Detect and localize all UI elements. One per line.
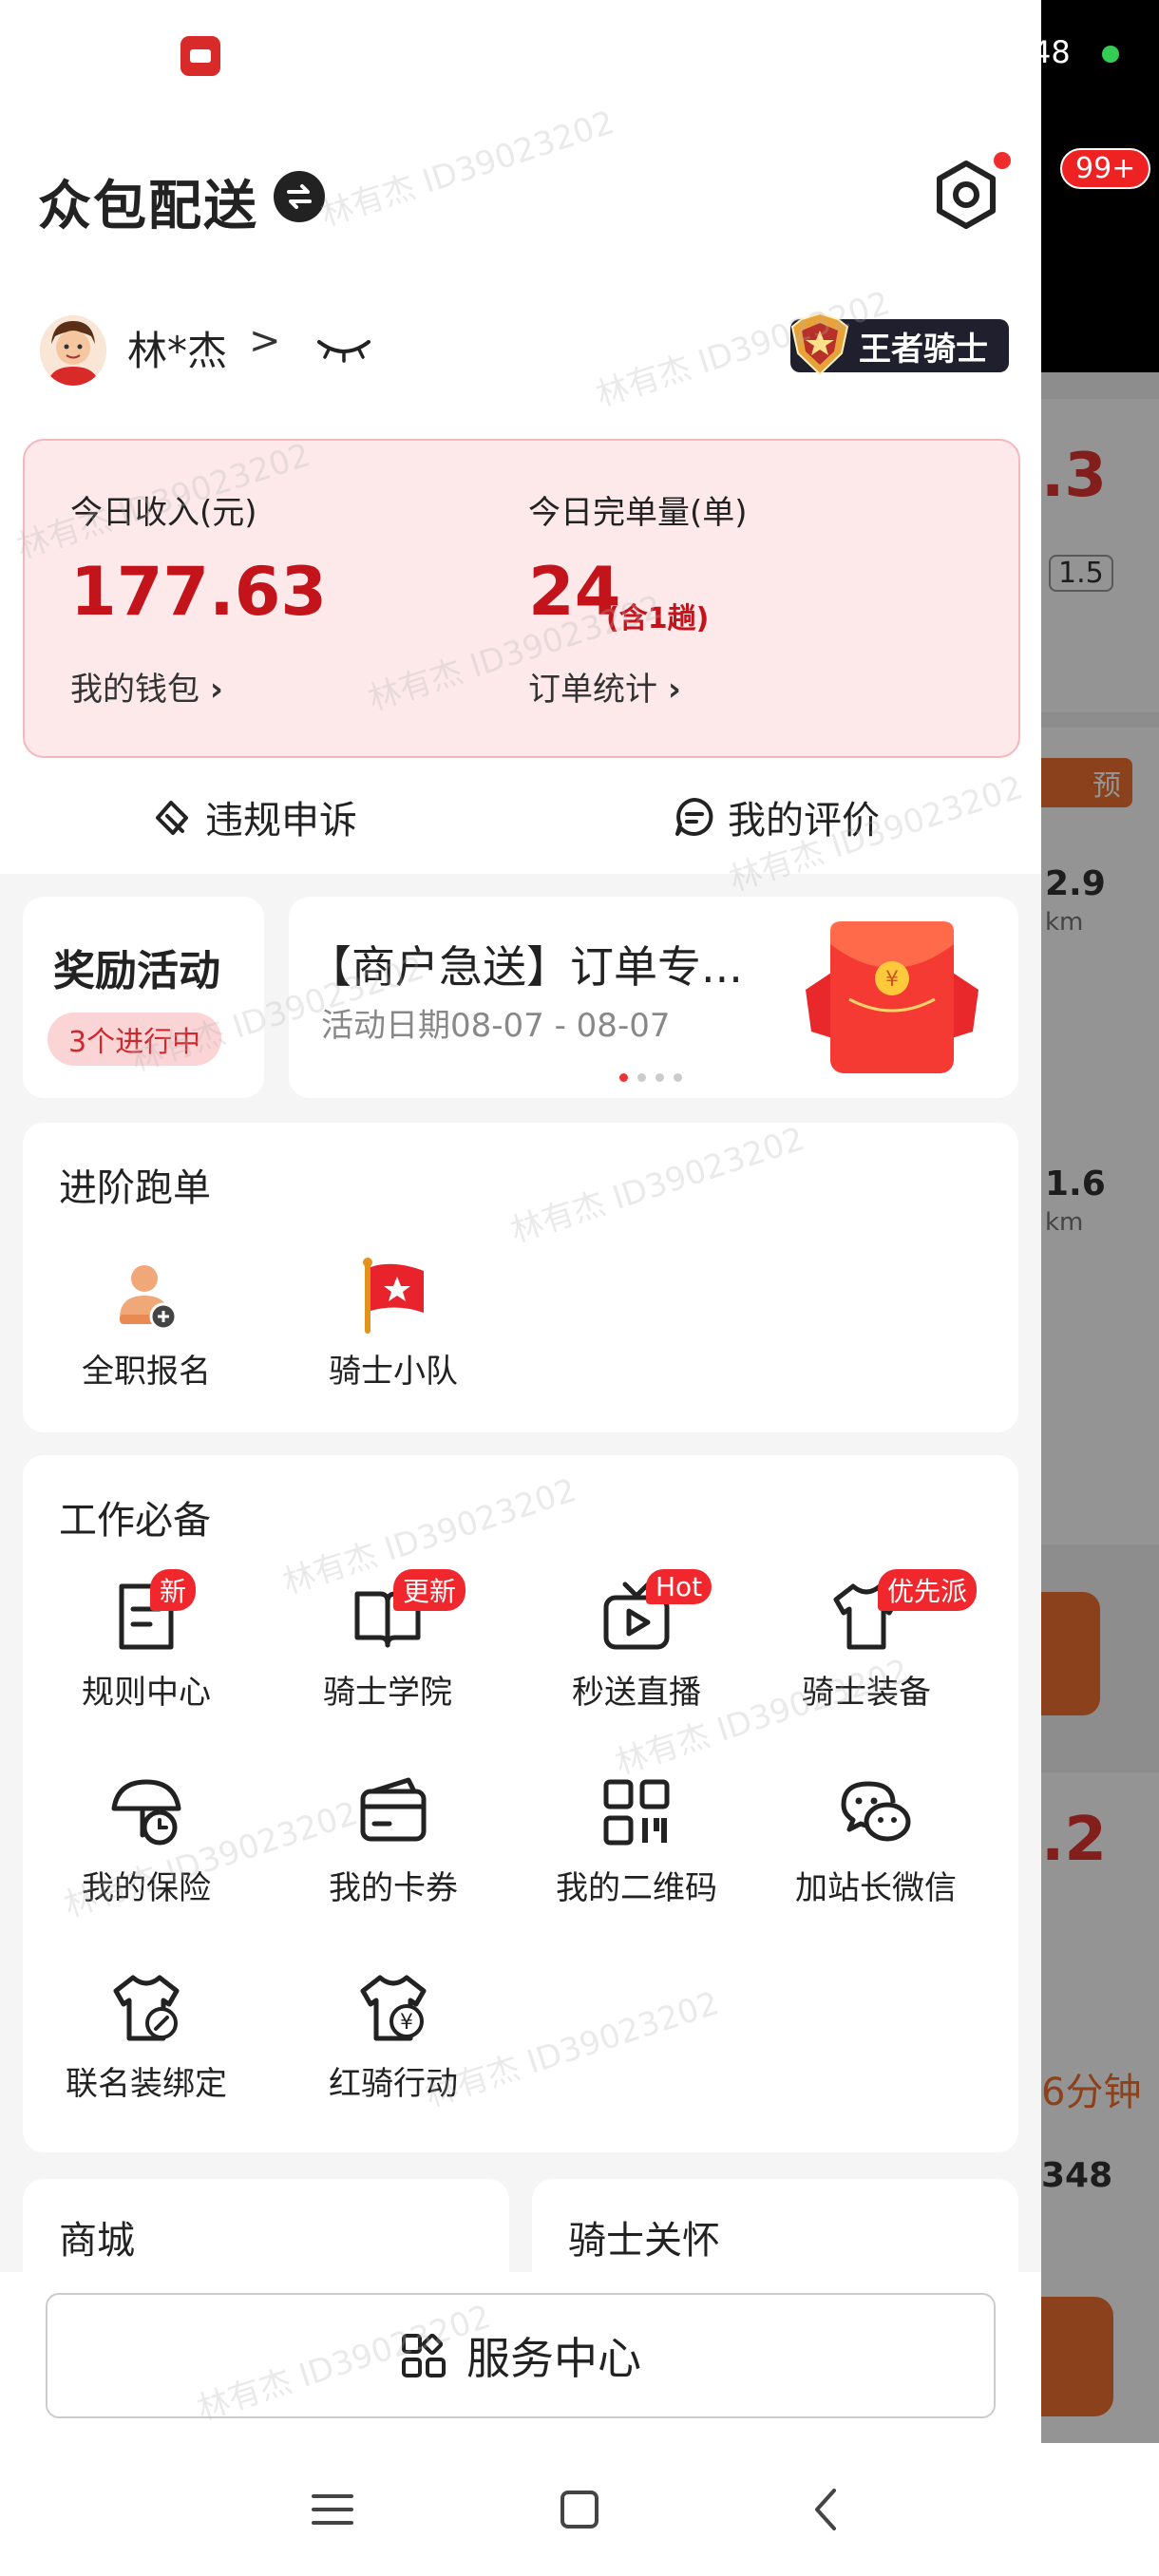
live-stream-label: 秒送直播 [572,1674,701,1712]
red-packet-icon: ¥ [806,921,978,1073]
background-bottom [1041,2443,1159,2576]
today-orders-sub: (含1趟) [606,602,710,635]
appeal-label: 违规申诉 [205,799,357,843]
cobrand-bind-item[interactable]: 联名装绑定 [61,1970,232,2104]
rider-care-title: 骑士关怀 [568,2219,720,2263]
wallet-link[interactable]: 我的钱包 › [70,663,223,710]
avatar[interactable] [40,315,106,386]
chevron-right-icon: › [209,671,223,709]
red-rider-label: 红骑行动 [329,2065,458,2103]
qrcode-label: 我的二维码 [556,1869,717,1907]
reviews-button[interactable]: 我的评价 [673,779,880,855]
rewards-badge: 3个进行中 [48,1013,222,1066]
rewards-title: 奖励活动 [53,947,220,995]
tag-update: 更新 [393,1569,466,1611]
red-rider-item[interactable]: ¥ 红骑行动 [308,1970,479,2104]
menu-icon[interactable] [304,2481,361,2538]
status-dot [1102,46,1119,63]
rider-team-label: 骑士小队 [329,1353,458,1391]
reviews-label: 我的评价 [728,799,880,843]
back-icon[interactable] [798,2481,855,2538]
mall-title: 商城 [59,2219,135,2263]
rider-gear-label: 骑士装备 [802,1674,931,1712]
rules-center-label: 规则中心 [82,1674,211,1712]
settings-notification-dot [994,152,1011,169]
promo-date: 活动日期08-07 - 08-07 [321,1007,671,1045]
today-income-label: 今日收入(元) [70,494,257,532]
grid-apps-icon [402,2333,446,2377]
qrcode-item[interactable]: 我的二维码 [551,1774,722,1908]
card-icon [360,1777,427,1842]
settings-icon[interactable] [931,160,1001,230]
coupons-label: 我的卡券 [329,1869,458,1907]
fulltime-signup-label: 全职报名 [82,1353,211,1391]
background-dim-overlay[interactable] [1041,372,1159,2443]
user-name[interactable]: 林*杰 [127,319,227,377]
today-income-value: 177.63 [70,553,328,631]
order-stats-label: 订单统计 [528,671,657,709]
advanced-card: 进阶跑单 全职报名 骑士小队 [23,1123,1018,1432]
promo-pagination [619,1073,682,1082]
rank-label: 王者骑士 [859,330,988,369]
rules-center-item[interactable]: 规则中心 [61,1579,232,1713]
rewards-card[interactable]: 奖励活动 3个进行中 [23,897,264,1098]
svg-text:¥: ¥ [400,2011,413,2035]
income-card: 今日收入(元) 177.63 我的钱包 › 今日完单量(单) 24 (含1趟) … [23,439,1020,758]
shirt-link-icon [113,1975,180,2041]
page-title: 众包配送 [38,176,258,237]
eye-closed-icon[interactable] [315,334,372,363]
pagination-dot[interactable] [656,1073,664,1082]
qrcode-icon [603,1779,670,1846]
pagination-dot[interactable] [637,1073,646,1082]
home-icon[interactable] [551,2481,608,2538]
wechat-item[interactable]: 加站长微信 [790,1774,961,1908]
appeal-button[interactable]: 违规申诉 [150,779,357,855]
svg-text:¥: ¥ [885,968,899,992]
wallet-link-label: 我的钱包 [70,671,200,709]
work-essentials-card: 工作必备 规则中心 新 骑士学院 更新 秒送直播 Hot 骑士装备 优先派 我的… [23,1455,1018,2152]
system-nav-bar [0,2443,1041,2576]
shirt-yuan-icon: ¥ [360,1975,427,2041]
cobrand-bind-label: 联名装绑定 [66,2065,227,2103]
comment-icon [675,798,713,836]
user-profile-arrow[interactable]: > [249,319,281,363]
side-drawer: 众包配送 林*杰 > 王者骑士 今日收入(元) 177.63 我的钱包 › 今日… [0,0,1041,2576]
wechat-icon [841,1781,911,1842]
notification-badge: 99+ [1060,148,1151,189]
rider-academy-label: 骑士学院 [323,1674,452,1712]
insurance-item[interactable]: 我的保险 [61,1774,232,1908]
rank-shield-icon [790,312,849,376]
today-orders-label: 今日完单量(单) [528,494,748,532]
insurance-label: 我的保险 [82,1869,211,1907]
appeal-icon [156,801,188,835]
tag-new: 新 [150,1569,197,1611]
advanced-title: 进阶跑单 [59,1166,211,1210]
promo-banner[interactable]: 【商户急送】订单专... 活动日期08-07 - 08-07 ¥ [289,897,1018,1098]
flag-icon [363,1258,424,1334]
switch-mode-icon[interactable] [274,171,325,222]
person-add-icon [120,1265,178,1331]
pagination-dot[interactable] [619,1073,628,1082]
chevron-right-icon: › [667,671,681,709]
app-notification-icon [180,36,220,76]
pagination-dot[interactable] [674,1073,682,1082]
rider-team-item[interactable]: 骑士小队 [308,1258,479,1392]
tag-hot: Hot [646,1569,712,1604]
service-center-button[interactable]: 服务中心 [46,2293,996,2418]
work-essentials-title: 工作必备 [59,1499,211,1543]
service-center-label: 服务中心 [466,2333,641,2384]
umbrella-clock-icon [111,1779,181,1846]
coupons-item[interactable]: 我的卡券 [308,1774,479,1908]
order-stats-link[interactable]: 订单统计 › [528,663,681,710]
wechat-label: 加站长微信 [795,1869,957,1907]
promo-title: 【商户急送】订单专... [308,941,743,993]
tag-priority: 优先派 [878,1569,978,1611]
fulltime-signup-item[interactable]: 全职报名 [61,1258,232,1392]
